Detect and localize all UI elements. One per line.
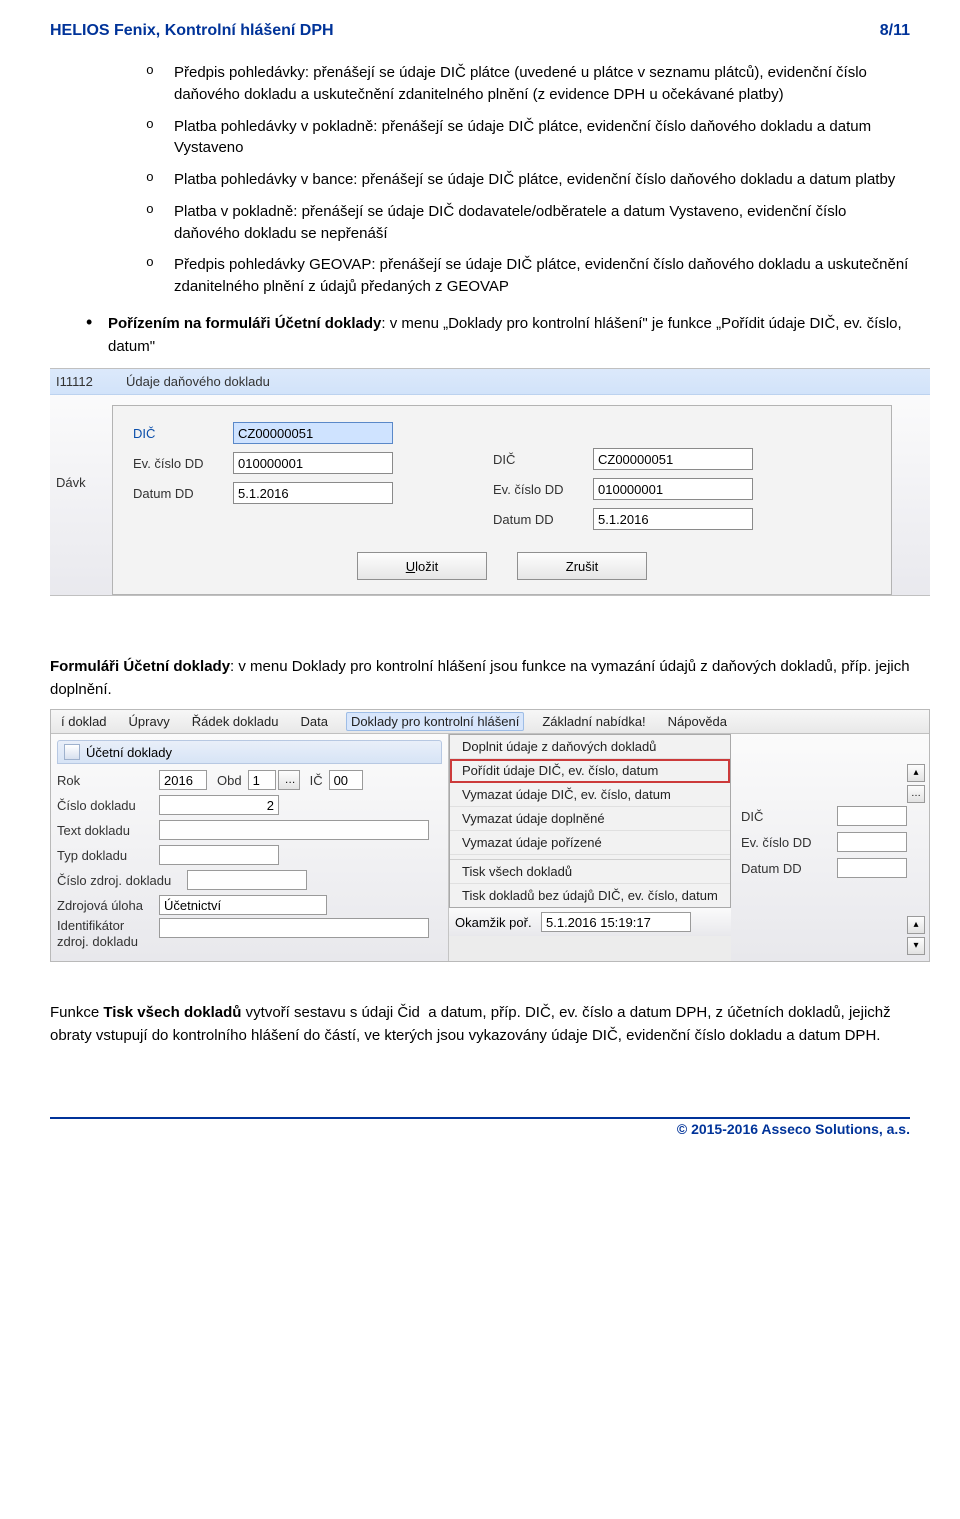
blue-band-num: I11112	[50, 374, 114, 389]
obd-input[interactable]	[248, 770, 276, 790]
text-label: Text dokladu	[57, 823, 159, 838]
documents-icon	[64, 744, 80, 760]
left-gutter-label: Dávk	[56, 475, 86, 490]
dic-label-right: DIČ	[493, 452, 593, 467]
sub-item: oPlatba pohledávky v pokladně: přenášejí…	[146, 116, 910, 160]
okam-input[interactable]	[541, 912, 691, 932]
rok-input[interactable]	[159, 770, 207, 790]
dropdown-menu: Doplnit údaje z daňových dokladů Pořídit…	[449, 734, 731, 908]
menu-item[interactable]: í doklad	[57, 712, 111, 731]
menu-item[interactable]: Nápověda	[664, 712, 731, 731]
dropdown-item[interactable]: Vymazat údaje pořízené	[450, 831, 730, 855]
date-label-right: Datum DD	[493, 512, 593, 527]
ev-input[interactable]	[837, 832, 907, 852]
sub-item-text: Platba pohledávky v bance: přenášejí se …	[174, 169, 895, 191]
id-label: Identifikátor zdroj. dokladu	[57, 918, 159, 949]
right-form: ▴ … DIČ Ev. číslo DD Datum DD ▴	[731, 734, 929, 961]
date-label: Datum DD	[133, 486, 233, 501]
menu-item-active[interactable]: Doklady pro kontrolní hlášení	[346, 712, 524, 731]
ic-label: IČ	[310, 773, 323, 788]
typ-input[interactable]	[159, 845, 279, 865]
ev-label: Ev. číslo DD	[741, 835, 837, 850]
app-screenshot-2: í doklad Úpravy Řádek dokladu Data Dokla…	[50, 709, 930, 962]
dropdown-item[interactable]: Vymazat údaje DIČ, ev. číslo, datum	[450, 783, 730, 807]
text-input[interactable]	[159, 820, 429, 840]
lookup-button[interactable]: …	[907, 785, 925, 803]
dic-input-left[interactable]	[233, 422, 393, 444]
obd-label: Obd	[217, 773, 242, 788]
okam-label: Okamžik poř.	[455, 915, 541, 930]
top-bullet: • Pořízením na formuláři Účetní doklady:…	[50, 312, 910, 359]
cislo-label: Číslo dokladu	[57, 798, 159, 813]
sub-item: oPlatba v pokladně: přenášejí se údaje D…	[146, 201, 910, 245]
dropdown-item[interactable]: Doplnit údaje z daňových dokladů	[450, 735, 730, 759]
blue-band: I11112 Údaje daňového dokladu	[50, 369, 930, 395]
date-input[interactable]	[837, 858, 907, 878]
paragraph-tisk-bold: Tisk všech dokladů	[103, 1004, 241, 1021]
dic-label: DIČ	[133, 426, 233, 441]
dropdown-item[interactable]: Vymazat údaje doplněné	[450, 807, 730, 831]
zu-label: Zdrojová úloha	[57, 898, 159, 913]
doc-title: HELIOS Fenix, Kontrolní hlášení DPH	[50, 22, 334, 40]
date-input-right[interactable]	[593, 508, 753, 530]
ev-input-left[interactable]	[233, 452, 393, 474]
ic-input[interactable]	[329, 770, 363, 790]
sub-item-text: Platba pohledávky v pokladně: přenášejí …	[174, 116, 910, 160]
sub-list: oPředpis pohledávky: přenášejí se údaje …	[110, 62, 910, 298]
cz-input[interactable]	[187, 870, 307, 890]
tab-title: Účetní doklady	[86, 745, 172, 760]
cancel-button[interactable]: Zrušit	[517, 552, 647, 580]
menu-item[interactable]: Úpravy	[125, 712, 174, 731]
sub-item-text: Předpis pohledávky: přenášejí se údaje D…	[174, 62, 910, 106]
menu-item[interactable]: Řádek dokladu	[188, 712, 283, 731]
zu-input[interactable]	[159, 895, 327, 915]
save-button[interactable]: Uložit	[357, 552, 487, 580]
paragraph-tisk: Funkce Tisk všech dokladů vytvoří sestav…	[50, 1002, 910, 1047]
paragraph-bold: Formuláři Účetní doklady	[50, 658, 230, 675]
menu-item[interactable]: Data	[296, 712, 331, 731]
page-header: HELIOS Fenix, Kontrolní hlášení DPH 8/11	[50, 22, 910, 40]
save-button-rest: ložit	[415, 559, 438, 574]
page-footer: © 2015-2016 Asseco Solutions, a.s.	[50, 1117, 910, 1137]
dropdown-item-highlight[interactable]: Pořídit údaje DIČ, ev. číslo, datum	[450, 759, 730, 783]
ev-input-right[interactable]	[593, 478, 753, 500]
rok-label: Rok	[57, 773, 159, 788]
date-label: Datum DD	[741, 861, 837, 876]
typ-label: Typ dokladu	[57, 848, 159, 863]
sub-item-text: Platba v pokladně: přenášejí se údaje DI…	[174, 201, 910, 245]
scroll-up-icon[interactable]: ▴	[907, 916, 925, 934]
sub-item: oPředpis pohledávky: přenášejí se údaje …	[146, 62, 910, 106]
obd-lookup-button[interactable]: …	[278, 770, 300, 790]
top-bullet-bold: Pořízením na formuláři Účetní doklady	[108, 315, 381, 332]
dic-input-right[interactable]	[593, 448, 753, 470]
dialog-panel: DIČ Ev. číslo DD Datum DD	[112, 405, 892, 595]
id-input[interactable]	[159, 918, 429, 938]
paragraph-formulari: Formuláři Účetní doklady: v menu Doklady…	[50, 656, 910, 701]
menu-bar: í doklad Úpravy Řádek dokladu Data Dokla…	[51, 710, 929, 734]
ev-label: Ev. číslo DD	[133, 456, 233, 471]
dic-input[interactable]	[837, 806, 907, 826]
scroll-up-icon[interactable]: ▴	[907, 764, 925, 782]
ev-label-right: Ev. číslo DD	[493, 482, 593, 497]
cz-label: Číslo zdroj. dokladu	[57, 873, 187, 888]
dialog-screenshot-1: I11112 Údaje daňového dokladu Dávk DIČ E…	[50, 368, 930, 596]
date-input-left[interactable]	[233, 482, 393, 504]
left-form: Účetní doklady Rok Obd … IČ Číslo doklad…	[51, 734, 449, 961]
dic-label: DIČ	[741, 809, 837, 824]
sub-item: oPředpis pohledávky GEOVAP: přenášejí se…	[146, 254, 910, 298]
blue-band-title: Údaje daňového dokladu	[114, 374, 270, 389]
page-number: 8/11	[880, 22, 910, 40]
tab-header[interactable]: Účetní doklady	[57, 740, 442, 764]
menu-item[interactable]: Základní nabídka!	[538, 712, 649, 731]
dropdown-item[interactable]: Tisk všech dokladů	[450, 860, 730, 884]
scroll-down-icon[interactable]: ▾	[907, 937, 925, 955]
footer-text: © 2015-2016 Asseco Solutions, a.s.	[677, 1121, 910, 1137]
sub-item-text: Předpis pohledávky GEOVAP: přenášejí se …	[174, 254, 910, 298]
cislo-input[interactable]	[159, 795, 279, 815]
left-gutter: Dávk	[50, 395, 112, 595]
top-bullet-text: Pořízením na formuláři Účetní doklady: v…	[108, 312, 910, 359]
dropdown-item[interactable]: Tisk dokladů bez údajů DIČ, ev. číslo, d…	[450, 884, 730, 907]
sub-item: oPlatba pohledávky v bance: přenášejí se…	[146, 169, 910, 191]
